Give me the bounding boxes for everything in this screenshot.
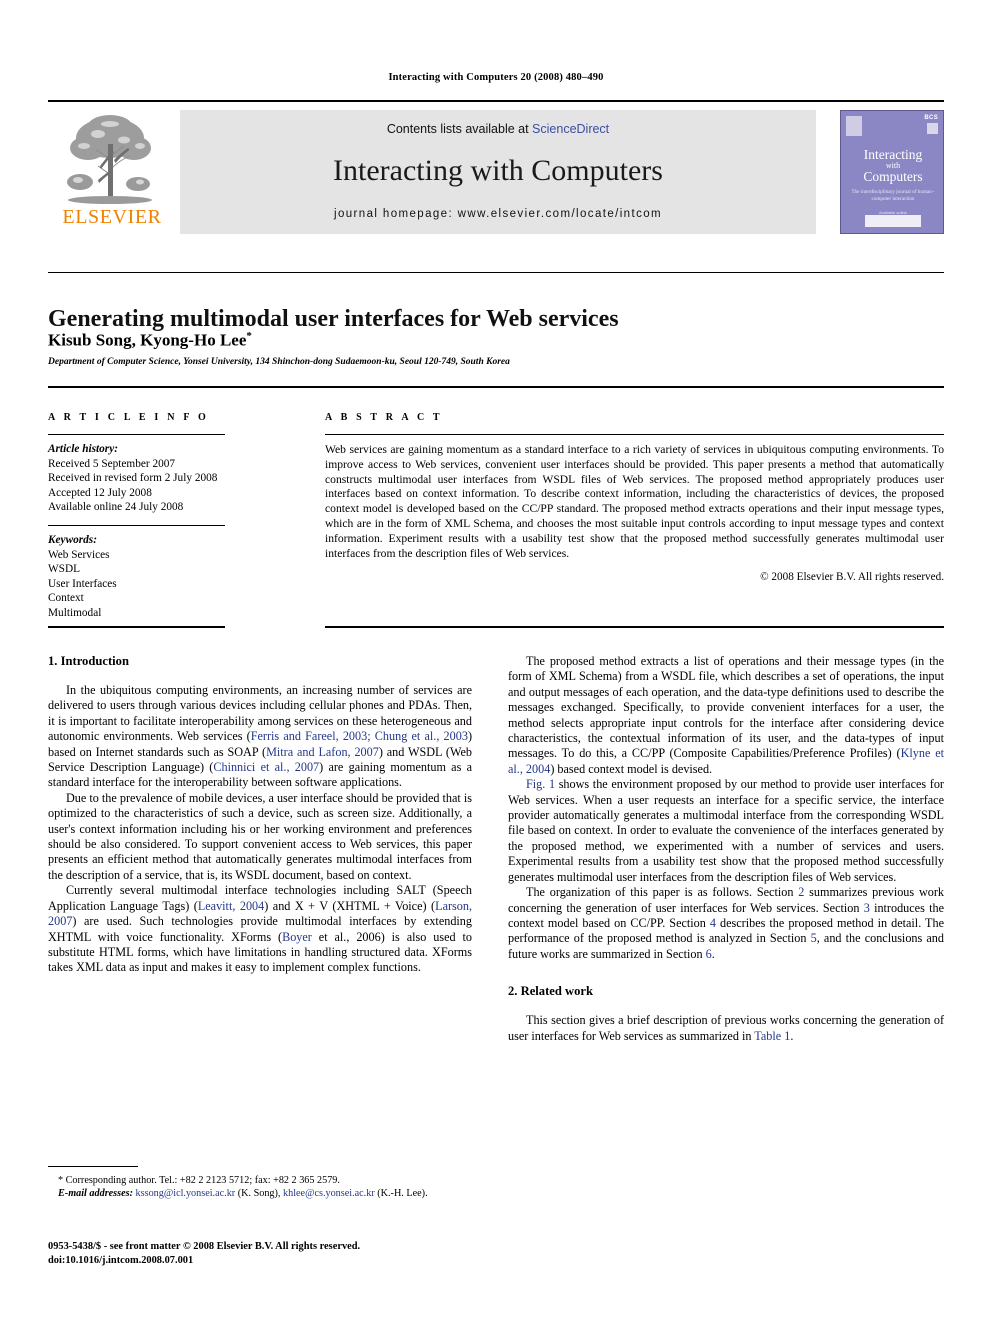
paragraph-text: The proposed method extracts a list of o… bbox=[508, 654, 944, 761]
paragraph: This section gives a brief description o… bbox=[508, 1013, 944, 1044]
abstract-text: Web services are gaining momentum as a s… bbox=[325, 443, 944, 560]
figure-link[interactable]: Fig. 1 bbox=[526, 777, 555, 791]
paragraph: The organization of this paper is as fol… bbox=[508, 885, 944, 962]
abstract-copyright: © 2008 Elsevier B.V. All rights reserved… bbox=[760, 571, 944, 584]
author-names: Kisub Song, Kyong-Ho Lee bbox=[48, 330, 247, 350]
keywords-rule bbox=[48, 524, 225, 526]
issn-copyright-line: 0953-5438/$ - see front matter © 2008 El… bbox=[48, 1241, 361, 1252]
keyword-item: User Interfaces bbox=[48, 577, 117, 590]
citation-link[interactable]: Ferris and Fareel, 2003; Chung et al., 2… bbox=[251, 729, 468, 743]
history-item: Received in revised form 2 July 2008 bbox=[48, 472, 218, 485]
journal-homepage-line[interactable]: journal homepage: www.elsevier.com/locat… bbox=[180, 208, 816, 220]
email-owner: (K. Song), bbox=[235, 1188, 284, 1199]
cover-bcs-label: BCS bbox=[924, 115, 938, 121]
author-list: Kisub Song, Kyong-Ho Lee* bbox=[48, 330, 944, 351]
paragraph-text: . bbox=[790, 1028, 794, 1043]
history-item: Available online 24 July 2008 bbox=[48, 501, 184, 514]
keywords-label: Keywords: bbox=[48, 533, 97, 546]
email-note: E-mail addresses: kssong@icl.yonsei.ac.k… bbox=[48, 1187, 472, 1200]
contents-band: Contents lists available at ScienceDirec… bbox=[180, 110, 816, 234]
abstract-heading: A B S T R A C T bbox=[325, 412, 443, 423]
elsevier-logo: ELSEVIER bbox=[48, 110, 176, 234]
citation-link[interactable]: Boyer bbox=[282, 930, 312, 944]
info-divider bbox=[48, 386, 944, 388]
affiliation: Department of Computer Science, Yonsei U… bbox=[48, 357, 510, 367]
journal-title: Interacting with Computers bbox=[333, 154, 663, 187]
citation-link[interactable]: Leavitt, 2004 bbox=[198, 899, 264, 913]
email-link[interactable]: kssong@icl.yonsei.ac.kr bbox=[136, 1188, 236, 1199]
cover-title-line3: Computers bbox=[863, 169, 923, 184]
cover-footer-badge bbox=[865, 215, 921, 227]
citation-link[interactable]: Chinnici et al., 2007 bbox=[213, 760, 319, 774]
footnote-divider bbox=[48, 1166, 138, 1167]
abstract-column: A B S T R A C T Web services are gaining… bbox=[325, 412, 944, 583]
history-item: Accepted 12 July 2008 bbox=[48, 486, 152, 499]
cover-elsevier-icon bbox=[846, 116, 862, 136]
title-divider bbox=[48, 272, 944, 273]
body-column-left: 1. Introduction In the ubiquitous comput… bbox=[48, 654, 472, 976]
sciencedirect-link[interactable]: ScienceDirect bbox=[532, 122, 609, 136]
footnote-block: * Corresponding author. Tel.: +82 2 2123… bbox=[48, 1174, 472, 1200]
keyword-item: Multimodal bbox=[48, 606, 102, 619]
elsevier-wordmark: ELSEVIER bbox=[62, 206, 162, 228]
body-column-right: The proposed method extracts a list of o… bbox=[508, 654, 944, 1044]
paragraph: The proposed method extracts a list of o… bbox=[508, 654, 944, 777]
contents-available-line: Contents lists available at ScienceDirec… bbox=[180, 122, 816, 136]
article-info-column: A R T I C L E I N F O Article history: R… bbox=[48, 412, 225, 621]
citation-link[interactable]: Mitra and Lafon, 2007 bbox=[266, 745, 379, 759]
article-info-heading: A R T I C L E I N F O bbox=[48, 412, 209, 423]
paragraph-text: . bbox=[711, 946, 715, 961]
article-first-page: Interacting with Computers 20 (2008) 480… bbox=[0, 0, 992, 1323]
paragraph-text: ) and X + V (XHTML + Voice) ( bbox=[264, 898, 436, 913]
paragraph: In the ubiquitous computing environments… bbox=[48, 683, 472, 791]
cover-bcs-icon bbox=[927, 123, 938, 134]
elsevier-tree-icon bbox=[54, 110, 166, 206]
paragraph-text: The organization of this paper is as fol… bbox=[526, 885, 799, 900]
contents-prefix: Contents lists available at bbox=[386, 122, 533, 136]
cover-subtitle: The interdisciplinary journal of human–c… bbox=[851, 189, 935, 202]
imprint-block: 0953-5438/$ - see front matter © 2008 El… bbox=[48, 1240, 488, 1267]
paragraph-text: ) based context model is devised. bbox=[550, 761, 713, 776]
paragraph: Fig. 1 shows the environment proposed by… bbox=[508, 777, 944, 885]
doi-line[interactable]: doi:10.1016/j.intcom.2008.07.001 bbox=[48, 1254, 488, 1268]
email-owner: (K.-H. Lee). bbox=[374, 1188, 428, 1199]
paragraph: Currently several multimodal interface t… bbox=[48, 883, 472, 975]
running-head: Interacting with Computers 20 (2008) 480… bbox=[388, 72, 604, 83]
keyword-item: Web Services bbox=[48, 548, 110, 561]
keyword-item: Context bbox=[48, 592, 84, 605]
abstract-rule bbox=[325, 434, 944, 435]
keyword-item: WSDL bbox=[48, 563, 81, 576]
email-link[interactable]: khlee@cs.yonsei.ac.kr bbox=[283, 1188, 375, 1199]
history-item: Received 5 September 2007 bbox=[48, 457, 176, 470]
info-bottom-divider bbox=[48, 626, 225, 628]
section-heading-introduction: 1. Introduction bbox=[48, 654, 129, 668]
article-info-rule bbox=[48, 434, 225, 435]
article-history-label: Article history: bbox=[48, 443, 118, 455]
paragraph-text: This section gives a brief description o… bbox=[508, 1013, 944, 1043]
keywords-block: Keywords: Web Services WSDL User Interfa… bbox=[48, 533, 225, 621]
paragraph: Due to the prevalence of mobile devices,… bbox=[48, 790, 472, 882]
corresponding-author-note: * Corresponding author. Tel.: +82 2 2123… bbox=[58, 1175, 340, 1186]
article-history-block: Article history: Received 5 September 20… bbox=[48, 442, 225, 515]
journal-cover-thumbnail: BCS Interacting with Computers The inter… bbox=[840, 110, 944, 234]
journal-masthead: ELSEVIER Contents lists available at Sci… bbox=[48, 100, 944, 234]
abstract-bottom-divider bbox=[325, 626, 944, 628]
corresponding-author-marker: * bbox=[246, 330, 252, 342]
section-heading-related-work: 2. Related work bbox=[508, 984, 593, 999]
table-link[interactable]: Table 1 bbox=[754, 1029, 790, 1043]
paragraph-text: shows the environment proposed by our me… bbox=[508, 777, 944, 884]
email-label: E-mail addresses: bbox=[58, 1188, 133, 1199]
